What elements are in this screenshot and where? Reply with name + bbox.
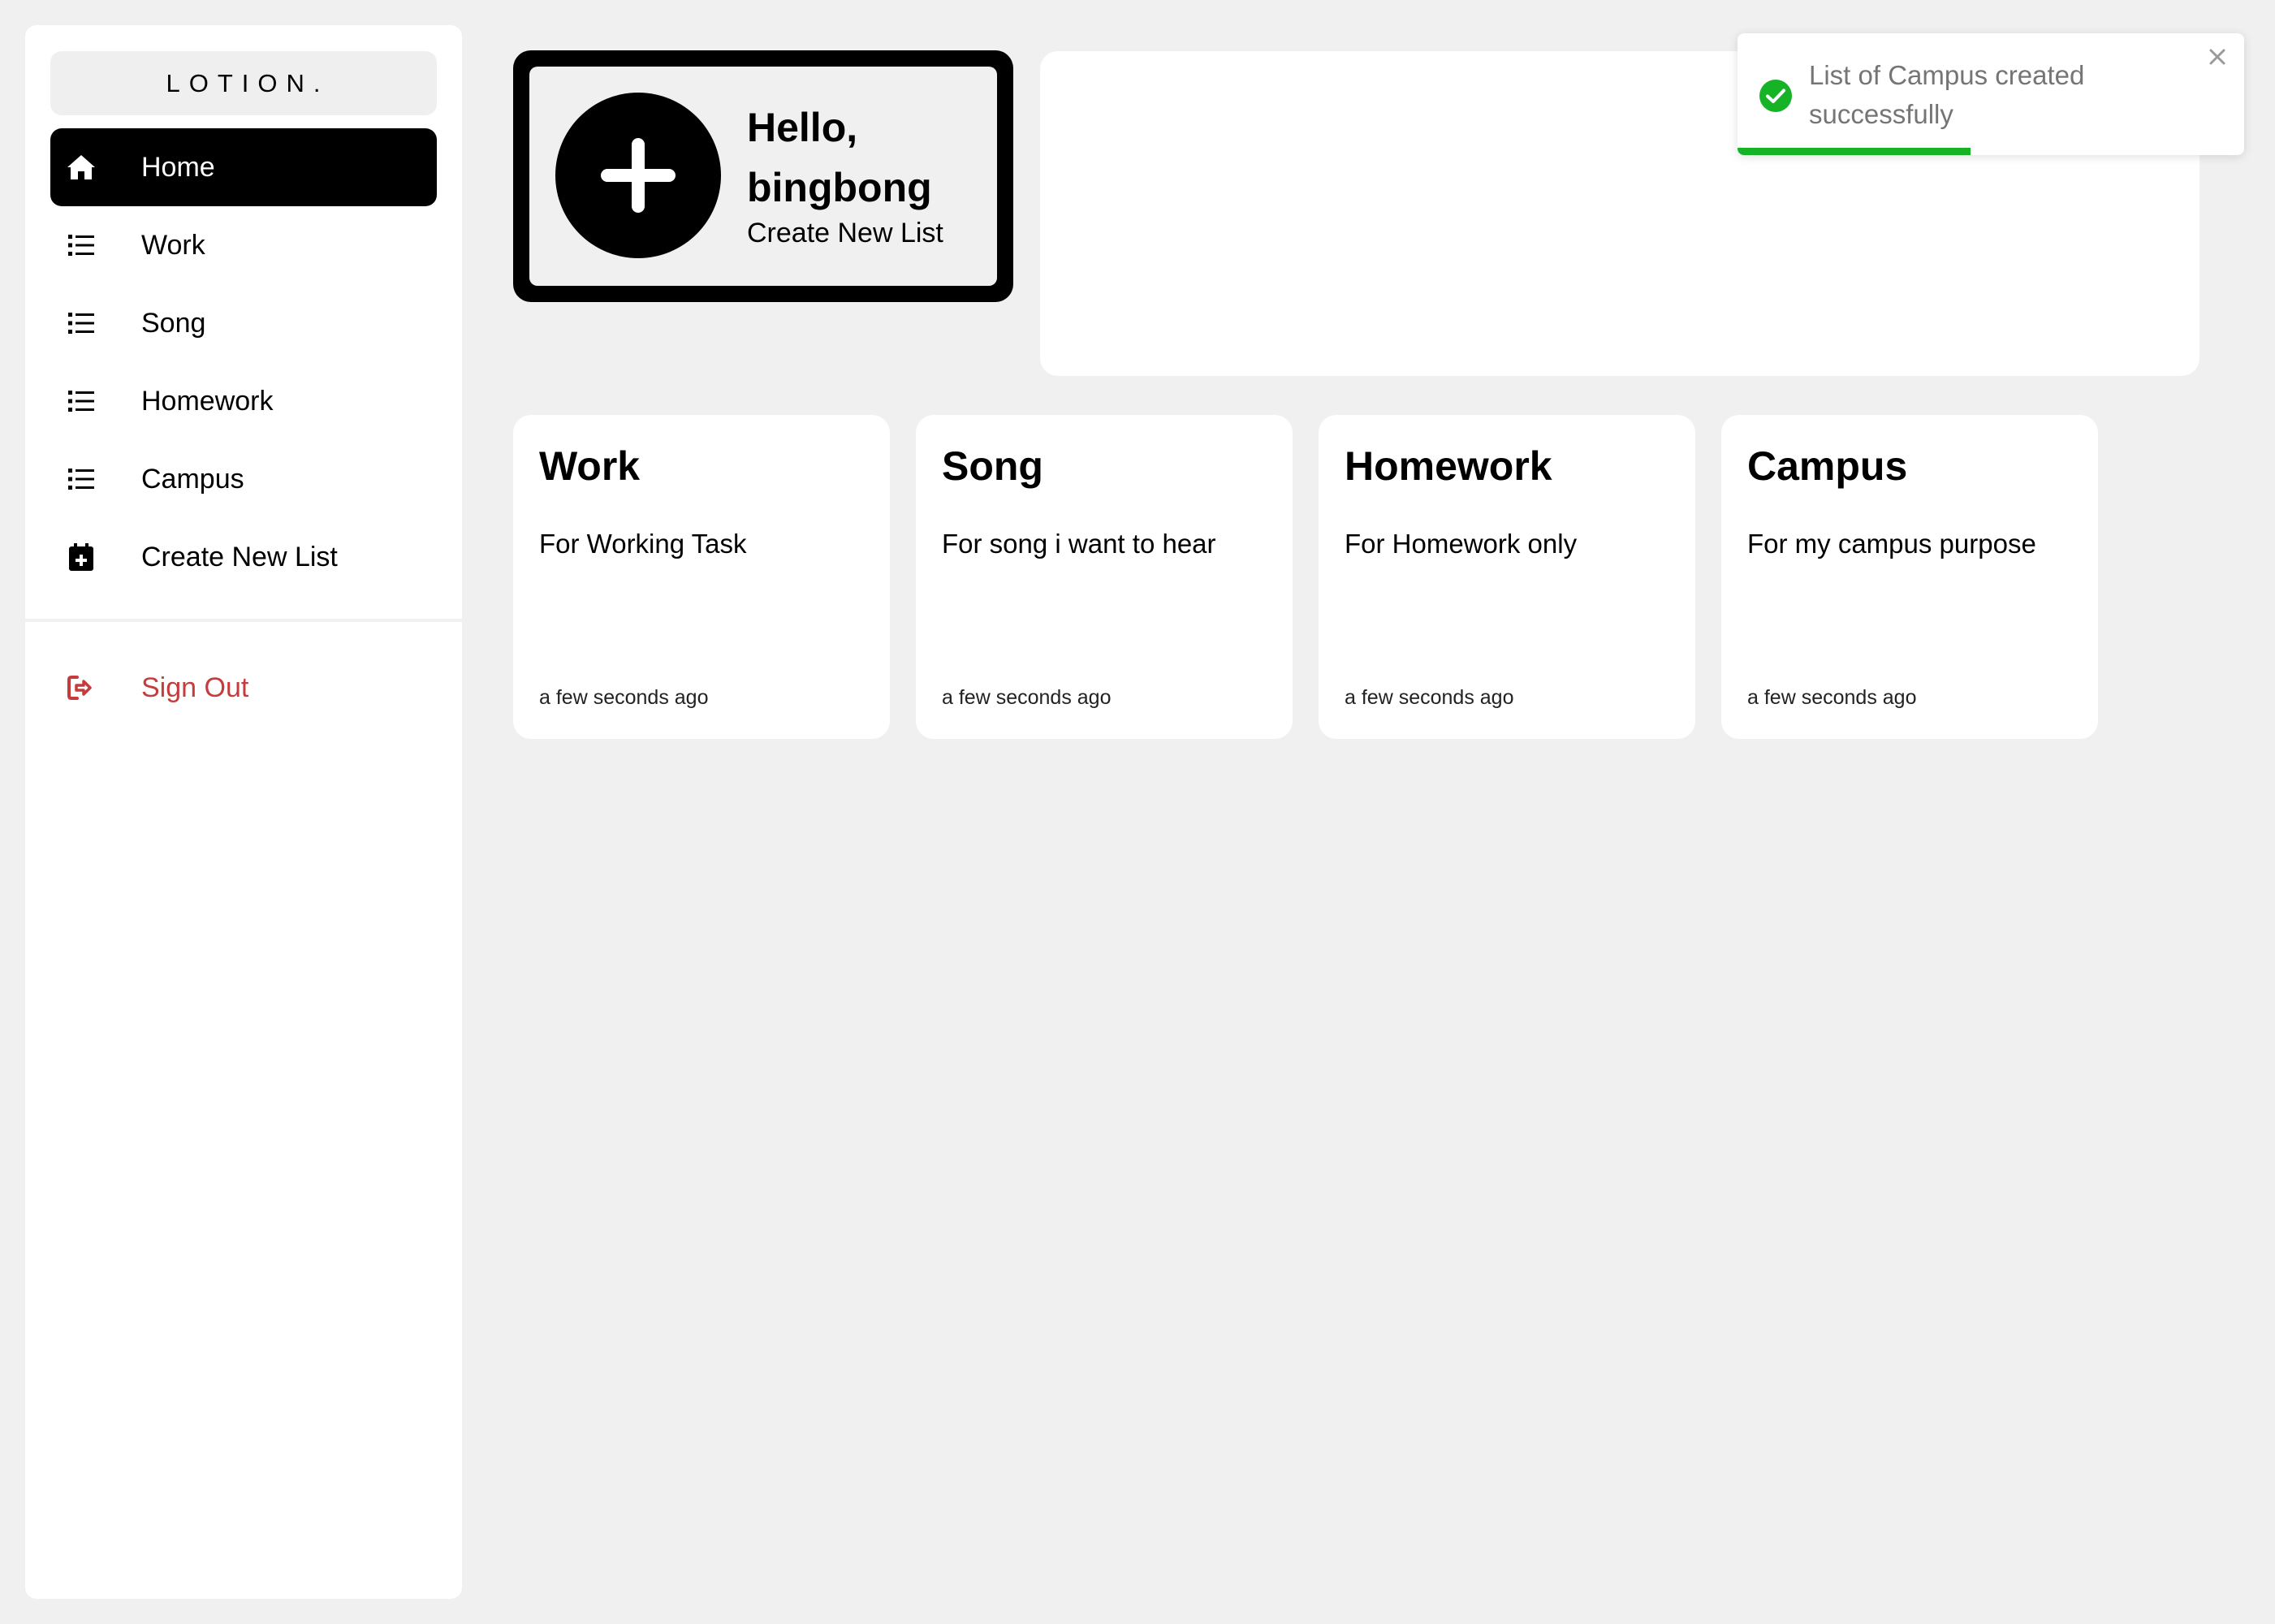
sidebar-item-label: Homework (141, 385, 274, 417)
sidebar-item-homework[interactable]: Homework (50, 362, 437, 440)
create-new-list-card[interactable]: Hello, bingbong Create New List (513, 50, 1013, 302)
card-description: For Working Task (539, 529, 747, 559)
sidebar-divider (25, 619, 462, 622)
list-cards: Work For Working Task a few seconds ago … (513, 415, 2098, 739)
sidebar-item-home[interactable]: Home (50, 128, 437, 206)
sign-out-button[interactable]: Sign Out (50, 649, 437, 727)
sidebar-item-label: Song (141, 307, 206, 339)
sign-out-icon (65, 672, 97, 704)
sidebar-item-song[interactable]: Song (50, 284, 437, 362)
card-title: Campus (1747, 443, 1908, 489)
home-icon (65, 151, 97, 184)
toast-progress-bar (1738, 148, 1971, 155)
greeting-title: Hello, bingbong (747, 105, 932, 210)
sidebar-item-label: Home (141, 151, 215, 183)
list-icon (65, 307, 97, 339)
list-card-homework[interactable]: Homework For Homework only a few seconds… (1319, 415, 1695, 739)
sidebar-item-label: Create New List (141, 541, 338, 572)
card-timestamp: a few seconds ago (1345, 686, 1514, 709)
list-icon (65, 385, 97, 417)
sidebar: LOTION. Home Work Song Homework Campus C… (25, 25, 462, 1599)
sign-out-label: Sign Out (141, 672, 249, 703)
sidebar-item-work[interactable]: Work (50, 206, 437, 284)
toast-message: List of Campus created successfully (1809, 60, 2085, 129)
plus-circle-icon (555, 93, 721, 258)
success-toast: List of Campus created successfully (1738, 33, 2244, 155)
list-card-song[interactable]: Song For song i want to hear a few secon… (916, 415, 1293, 739)
card-timestamp: a few seconds ago (539, 686, 709, 709)
calendar-plus-icon (65, 541, 97, 573)
card-timestamp: a few seconds ago (1747, 686, 1917, 709)
list-icon (65, 229, 97, 261)
list-card-campus[interactable]: Campus For my campus purpose a few secon… (1721, 415, 2098, 739)
check-circle-icon (1759, 79, 1793, 113)
app-logo[interactable]: LOTION. (50, 51, 437, 115)
card-title: Song (942, 443, 1043, 489)
sidebar-nav: Home Work Song Homework Campus Create Ne… (50, 128, 437, 596)
create-card-inner: Hello, bingbong Create New List (529, 67, 997, 286)
list-icon (65, 463, 97, 495)
sidebar-item-label: Campus (141, 463, 244, 495)
sidebar-item-label: Work (141, 229, 205, 261)
card-title: Homework (1345, 443, 1552, 489)
card-description: For song i want to hear (942, 529, 1216, 559)
list-card-work[interactable]: Work For Working Task a few seconds ago (513, 415, 890, 739)
sidebar-item-create-new-list[interactable]: Create New List (50, 518, 437, 596)
card-description: For my campus purpose (1747, 529, 2036, 559)
card-timestamp: a few seconds ago (942, 686, 1112, 709)
create-new-list-label: Create New List (747, 218, 943, 248)
sidebar-item-campus[interactable]: Campus (50, 440, 437, 518)
card-title: Work (539, 443, 641, 489)
close-icon[interactable] (2205, 45, 2230, 69)
card-description: For Homework only (1345, 529, 1578, 559)
